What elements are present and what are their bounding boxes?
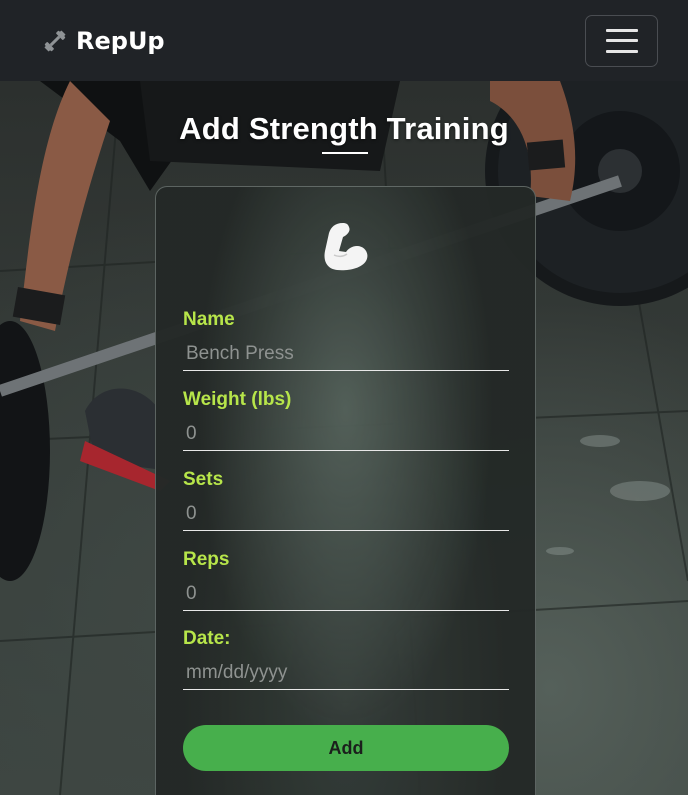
name-field-group: Name	[183, 309, 509, 371]
menu-toggle-button[interactable]	[585, 14, 658, 67]
strength-training-form: Name Weight (lbs) Sets Reps Date: Add	[155, 186, 536, 795]
brand-name: RepUp	[76, 26, 165, 55]
flexed-biceps-icon	[324, 223, 368, 271]
add-button[interactable]: Add	[183, 725, 509, 771]
hamburger-menu-icon	[605, 28, 638, 53]
brand-link[interactable]: RepUp	[42, 27, 165, 55]
date-input[interactable]	[183, 656, 509, 690]
sets-input[interactable]	[183, 497, 509, 531]
weight-input[interactable]	[183, 417, 509, 451]
reps-label: Reps	[183, 549, 230, 570]
name-label: Name	[183, 309, 235, 330]
weight-label: Weight (lbs)	[183, 389, 292, 410]
name-input[interactable]	[183, 337, 509, 371]
dumbbell-icon	[44, 30, 66, 51]
title-underline	[322, 152, 368, 154]
page-title: Add Strength Training	[179, 111, 509, 146]
sets-field-group: Sets	[183, 469, 509, 531]
reps-field-group: Reps	[183, 549, 509, 611]
reps-input[interactable]	[183, 577, 509, 611]
sets-label: Sets	[183, 469, 224, 490]
navbar: RepUp	[0, 0, 688, 81]
weight-field-group: Weight (lbs)	[183, 389, 509, 451]
date-label: Date:	[183, 628, 231, 649]
date-field-group: Date:	[183, 628, 509, 690]
